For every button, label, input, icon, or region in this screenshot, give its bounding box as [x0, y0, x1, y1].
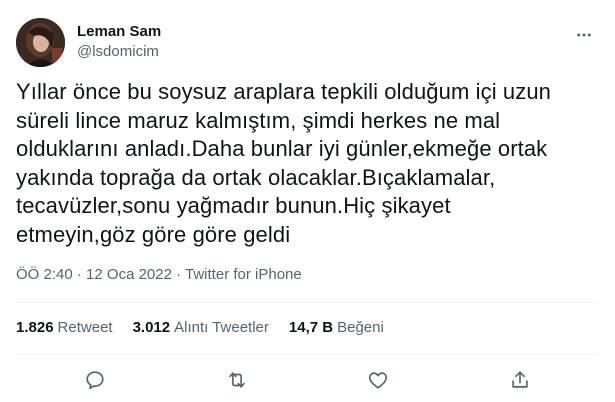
share-icon [512, 371, 528, 388]
user-names: Leman Sam @lsdomicim [77, 22, 161, 62]
tweet-stats: 1.826 Retweet 3.012 Alıntı Tweetler 14,7 B… [16, 318, 384, 338]
reply-icon [86, 371, 104, 390]
likes-count: 14,7 B [288, 319, 334, 336]
tweet-date: 12 Oca 2022 [86, 266, 172, 283]
meta-separator: · [72, 266, 87, 283]
avatar[interactable] [16, 17, 65, 67]
reply-button[interactable] [78, 363, 112, 397]
divider-bottom [16, 354, 599, 355]
tweet-source-link[interactable]: Twitter for iPhone [185, 266, 302, 283]
more-horizontal-icon [577, 33, 591, 37]
divider-top [16, 302, 599, 303]
retweets-stat[interactable]: 1.826 Retweet [16, 318, 113, 338]
tweet-header: Leman Sam @lsdomicim [16, 16, 599, 68]
likes-label: Beğeni [337, 319, 384, 336]
tweet-time-link[interactable]: ÖÖ 2:40 · 12 Oca 2022 [16, 266, 172, 283]
retweets-label: Retweet [57, 319, 113, 336]
retweets-count: 1.826 [16, 319, 54, 336]
quotes-stat[interactable]: 3.012 Alıntı Tweetler [133, 318, 269, 338]
share-button[interactable] [503, 363, 537, 397]
avatar-image [16, 17, 65, 67]
tweet-actions [0, 364, 615, 396]
more-options-button[interactable] [573, 24, 595, 46]
quotes-label: Alıntı Tweetler [174, 319, 269, 336]
tweet-meta: ÖÖ 2:40 · 12 Oca 2022 · Twitter for iPho… [16, 265, 302, 285]
likes-stat[interactable]: 14,7 B Beğeni [289, 318, 384, 338]
meta-separator: · [171, 266, 186, 283]
user-handle[interactable]: @lsdomicim [77, 42, 161, 62]
quotes-count: 3.012 [132, 319, 171, 336]
tweet-card: Leman Sam @lsdomicim Yıllar önce bu soys… [0, 0, 615, 402]
retweet-button[interactable] [220, 363, 254, 397]
tweet-text: Yıllar önce bu soysuz araplara tepkili o… [16, 79, 552, 247]
like-button[interactable] [361, 363, 395, 397]
tweet-time: ÖÖ 2:40 [16, 266, 73, 283]
like-heart-icon [369, 372, 388, 389]
retweet-icon [228, 372, 245, 388]
display-name[interactable]: Leman Sam [77, 22, 161, 42]
